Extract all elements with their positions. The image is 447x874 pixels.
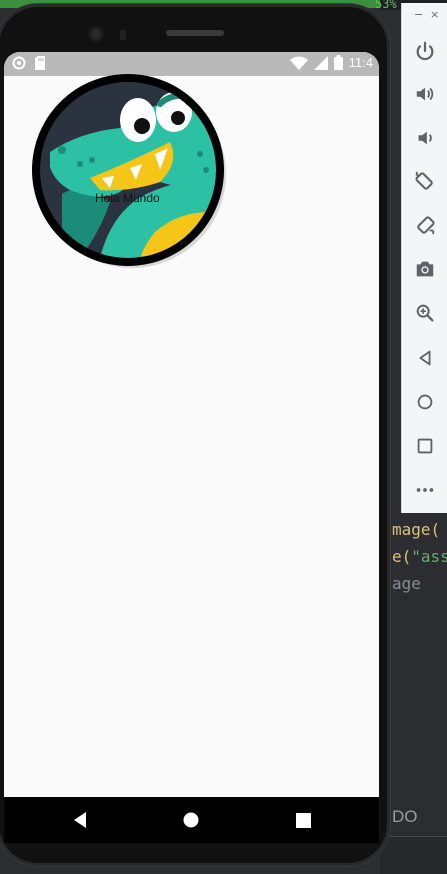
overview-icon bbox=[417, 438, 433, 454]
nav-overview-button[interactable] bbox=[293, 810, 313, 830]
close-button[interactable]: × bbox=[430, 8, 439, 21]
ide-bottom-pane bbox=[380, 837, 447, 874]
volume-up-icon bbox=[416, 87, 434, 101]
ide-code-string: "ass bbox=[411, 547, 447, 566]
volume-up-button[interactable] bbox=[410, 79, 440, 109]
rotate-left-button[interactable] bbox=[410, 166, 440, 196]
wifi-icon bbox=[289, 56, 308, 70]
battery-icon bbox=[333, 55, 343, 70]
sync-icon bbox=[12, 56, 26, 70]
dinosaur-illustration bbox=[40, 82, 216, 258]
more-icon bbox=[416, 488, 434, 492]
status-bar-notifications bbox=[12, 56, 46, 70]
back-icon bbox=[74, 812, 86, 828]
avatar-caption: Hola Mundo bbox=[95, 191, 160, 205]
overview-icon bbox=[295, 812, 311, 828]
avatar-card: Hola Mundo bbox=[32, 74, 227, 274]
ide-code-line-1: mage( bbox=[392, 520, 441, 539]
rotate-left-icon bbox=[415, 171, 433, 190]
dino-pupil-left bbox=[134, 118, 150, 134]
status-time: 11:4 bbox=[348, 55, 373, 70]
status-bar-system: 11:4 bbox=[289, 55, 373, 70]
status-bar: 11:4 bbox=[4, 52, 379, 76]
emulator-toolbar-header: − × bbox=[402, 3, 447, 29]
ide-code-token: e( bbox=[392, 547, 412, 566]
ide-battery-percent: 53% bbox=[375, 0, 397, 11]
emulator-back-button[interactable] bbox=[410, 343, 440, 373]
ide-code-line-2: e("ass bbox=[392, 547, 447, 566]
minimize-button[interactable]: − bbox=[414, 8, 423, 21]
more-button[interactable] bbox=[410, 475, 440, 505]
emulator-home-button[interactable] bbox=[410, 387, 440, 417]
home-icon bbox=[417, 394, 433, 410]
power-icon bbox=[416, 41, 434, 61]
zoom-icon bbox=[416, 304, 434, 322]
volume-down-button[interactable] bbox=[410, 123, 440, 153]
navigation-bar bbox=[4, 797, 379, 843]
volume-down-icon bbox=[418, 131, 432, 145]
screenshot-button[interactable] bbox=[410, 254, 440, 284]
signal-icon bbox=[313, 55, 328, 70]
home-icon bbox=[183, 812, 199, 828]
front-camera bbox=[88, 26, 104, 42]
avatar bbox=[32, 74, 224, 266]
dino-pupil-right bbox=[171, 111, 185, 125]
camera-icon bbox=[416, 261, 434, 277]
back-icon bbox=[419, 350, 431, 366]
ide-bottom-tab-label[interactable]: DO bbox=[392, 807, 418, 827]
rotate-right-button[interactable] bbox=[410, 210, 440, 240]
rotate-right-icon bbox=[417, 216, 435, 235]
emulator-overview-button[interactable] bbox=[410, 431, 440, 461]
sd-card-icon bbox=[35, 56, 45, 70]
dino-nostril bbox=[58, 146, 66, 154]
ide-code-line-3: age bbox=[392, 574, 421, 593]
nav-back-button[interactable] bbox=[70, 810, 90, 830]
nav-home-button[interactable] bbox=[181, 810, 201, 830]
earpiece-speaker bbox=[166, 30, 224, 36]
avatar-image bbox=[40, 82, 216, 258]
zoom-button[interactable] bbox=[410, 298, 440, 328]
proximity-sensor bbox=[120, 30, 126, 40]
phone-screen: 11:4 Hola Mundo bbox=[4, 52, 379, 797]
power-button[interactable] bbox=[410, 36, 440, 66]
emulator-toolbar: − × bbox=[401, 3, 447, 513]
